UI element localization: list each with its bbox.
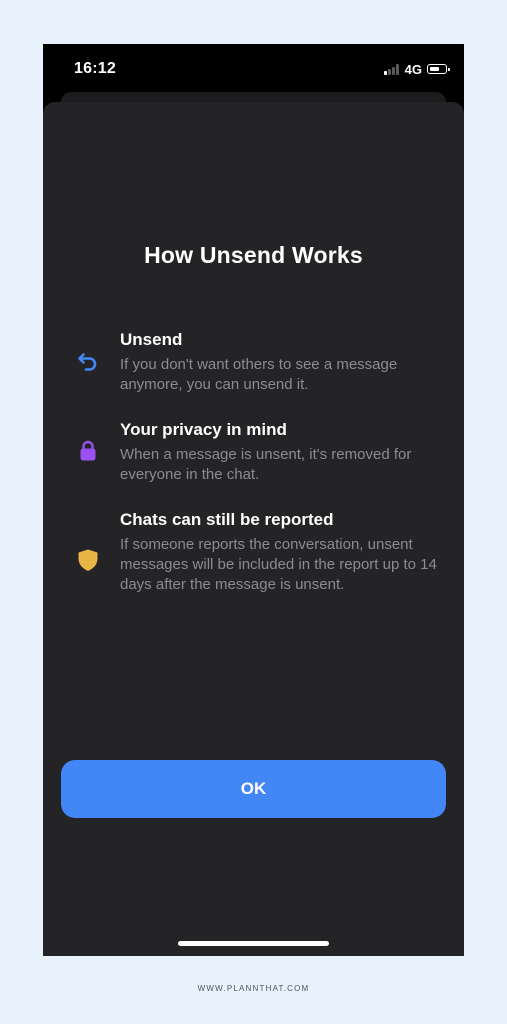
feature-description: If someone reports the conversation, uns…: [120, 536, 437, 593]
website-footer: WWW.PLANNTHAT.COM: [197, 984, 310, 993]
ok-button[interactable]: OK: [61, 760, 446, 818]
feature-description: If you don't want others to see a messag…: [120, 356, 398, 393]
lock-icon: [75, 438, 101, 464]
feature-title: Chats can still be reported: [120, 510, 334, 529]
feature-description: When a message is unsent, it's removed f…: [120, 446, 412, 483]
sheet-title: How Unsend Works: [144, 242, 363, 268]
battery-icon: [427, 64, 450, 74]
status-time: 16:12: [74, 60, 116, 77]
network-type: 4G: [404, 61, 422, 77]
signal-strength-icon: [383, 63, 400, 75]
home-indicator[interactable]: [178, 941, 329, 946]
status-indicators: 4G: [383, 61, 450, 77]
unsend-info-sheet: How Unsend Works Unsend If you don't wan…: [43, 102, 464, 956]
phone-screen: 16:12 4G How Unsend Works Unsend If you …: [43, 44, 464, 956]
undo-arrow-icon: [75, 348, 101, 374]
shield-icon: [75, 547, 101, 573]
feature-title: Your privacy in mind: [120, 420, 287, 439]
status-bar: 16:12 4G: [43, 44, 464, 96]
feature-title: Unsend: [120, 330, 183, 349]
battery-level-fill: [429, 66, 439, 71]
